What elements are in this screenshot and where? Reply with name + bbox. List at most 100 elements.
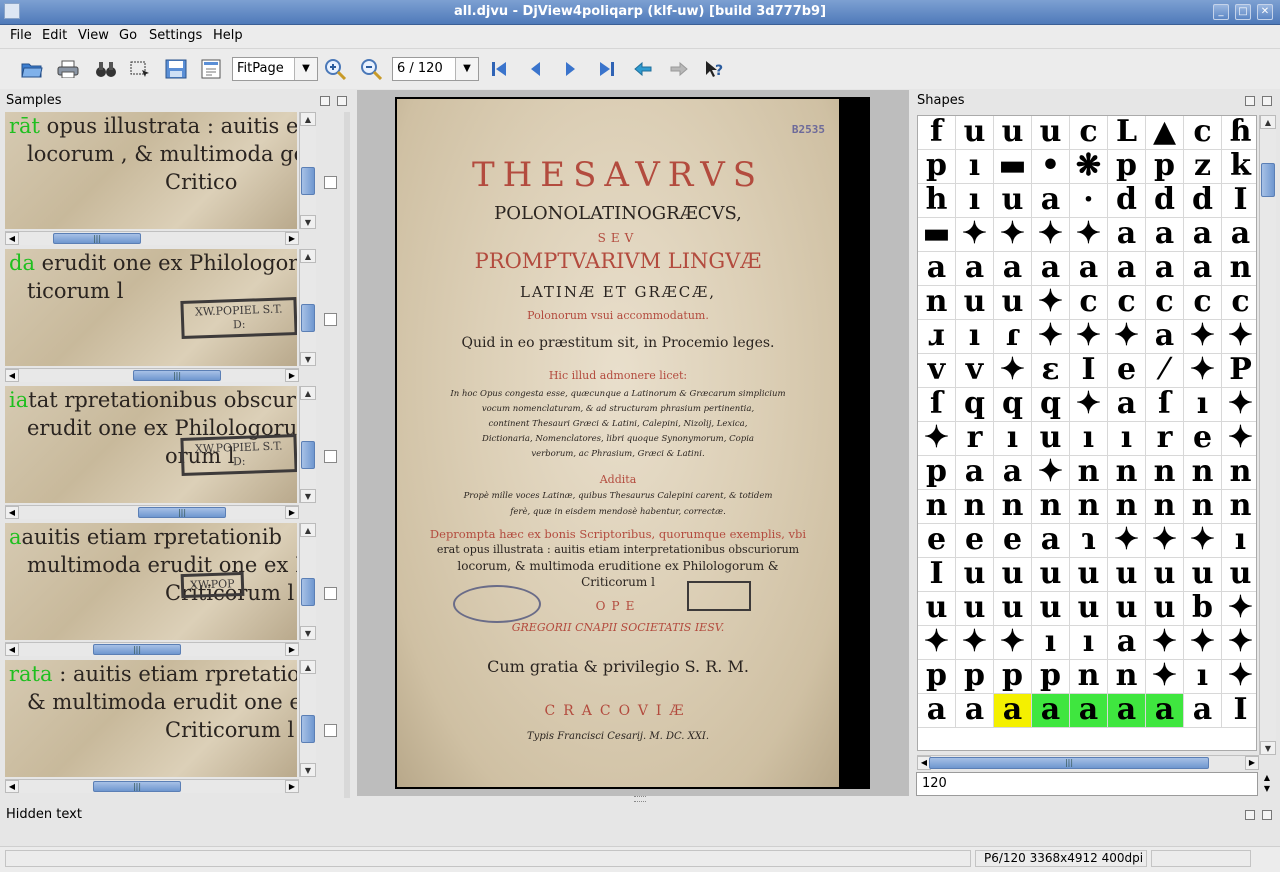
shape-cell[interactable]: ⁄: [1146, 354, 1184, 388]
scroll-right-icon[interactable]: ▶: [285, 643, 299, 656]
scroll-up-icon[interactable]: ▲: [300, 386, 316, 400]
scrollbar-thumb[interactable]: |||: [93, 644, 181, 655]
menu-help[interactable]: Help: [213, 28, 243, 43]
scroll-down-icon[interactable]: ▼: [300, 763, 316, 777]
sample-item[interactable]: aauitis etiam rpretationib multimoda eru…: [5, 523, 337, 656]
shape-cell[interactable]: •: [1032, 150, 1070, 184]
scroll-left-icon[interactable]: ◀: [5, 780, 19, 793]
shape-cell[interactable]: ɿ: [1070, 524, 1108, 558]
shape-cell[interactable]: a: [1108, 218, 1146, 252]
shape-cell[interactable]: n: [1108, 456, 1146, 490]
float-panel-icon[interactable]: [320, 96, 330, 106]
sample-horizontal-scrollbar[interactable]: ◀ ||| ▶: [5, 779, 299, 793]
shape-cell[interactable]: ✦: [1222, 592, 1256, 626]
shape-cell[interactable]: n: [1108, 660, 1146, 694]
shape-cell[interactable]: u: [1070, 558, 1108, 592]
shape-cell[interactable]: a: [918, 694, 956, 728]
shape-cell[interactable]: v: [918, 354, 956, 388]
shape-cell[interactable]: c: [1070, 116, 1108, 150]
shape-cell[interactable]: ✦: [1184, 354, 1222, 388]
open-folder-icon[interactable]: [20, 58, 44, 80]
shape-cell[interactable]: u: [956, 558, 994, 592]
scrollbar-thumb[interactable]: [301, 578, 315, 606]
shape-cell[interactable]: e: [1108, 354, 1146, 388]
shape-cell[interactable]: a: [1184, 694, 1222, 728]
shape-cell[interactable]: ▲: [1146, 116, 1184, 150]
shape-cell[interactable]: n: [1070, 490, 1108, 524]
spin-buttons[interactable]: ▲ ▼: [1260, 772, 1274, 796]
menu-go[interactable]: Go: [119, 28, 137, 43]
scroll-up-icon[interactable]: ▲: [300, 523, 316, 537]
shape-cell[interactable]: ✦: [1070, 218, 1108, 252]
shape-cell[interactable]: d: [1184, 184, 1222, 218]
shape-cell[interactable]: q: [956, 388, 994, 422]
shape-cell[interactable]: n: [918, 490, 956, 524]
float-panel-icon[interactable]: [1245, 96, 1255, 106]
last-page-icon[interactable]: [595, 58, 619, 80]
forward-icon[interactable]: [667, 58, 691, 80]
whats-this-help-icon[interactable]: ?: [702, 58, 726, 80]
shape-cell[interactable]: ▬: [918, 218, 956, 252]
shape-cell[interactable]: c: [1146, 286, 1184, 320]
shape-cell[interactable]: p: [918, 660, 956, 694]
shape-cell[interactable]: ✦: [1222, 626, 1256, 660]
page-select[interactable]: 6 / 120 ▼: [392, 57, 479, 81]
shape-cell[interactable]: ❋: [1070, 150, 1108, 184]
shape-cell[interactable]: u: [994, 286, 1032, 320]
shape-cell[interactable]: p: [1032, 660, 1070, 694]
minimize-button[interactable]: _: [1213, 4, 1229, 20]
sample-item[interactable]: iatat rpretationibus obscur erudit one e…: [5, 386, 337, 519]
previous-page-icon[interactable]: [523, 58, 547, 80]
shape-cell[interactable]: ı: [956, 150, 994, 184]
sample-checkbox[interactable]: [324, 450, 337, 463]
shape-cell[interactable]: ɹ: [918, 320, 956, 354]
shape-cell[interactable]: P: [1222, 354, 1256, 388]
shape-cell[interactable]: u: [1032, 116, 1070, 150]
splitter-handle[interactable]: [634, 796, 646, 802]
shape-cell[interactable]: a: [1032, 524, 1070, 558]
shape-cell[interactable]: f: [918, 116, 956, 150]
sample-checkbox[interactable]: [324, 587, 337, 600]
shape-cell[interactable]: u: [1146, 592, 1184, 626]
save-icon[interactable]: [164, 58, 188, 80]
sample-horizontal-scrollbar[interactable]: ◀ ||| ▶: [5, 368, 299, 382]
sample-checkbox[interactable]: [324, 313, 337, 326]
shape-cell[interactable]: a: [1146, 320, 1184, 354]
shape-cell[interactable]: p: [1108, 150, 1146, 184]
scroll-up-icon[interactable]: ▲: [300, 660, 316, 674]
shape-cell[interactable]: ɾ: [994, 320, 1032, 354]
shape-cell[interactable]: ı: [1108, 422, 1146, 456]
sample-vertical-scrollbar[interactable]: ▲ ▼: [299, 249, 316, 366]
shape-cell[interactable]: p: [956, 660, 994, 694]
shape-cell[interactable]: u: [1184, 558, 1222, 592]
shape-cell[interactable]: n: [918, 286, 956, 320]
shape-cell[interactable]: e: [956, 524, 994, 558]
shape-cell[interactable]: b: [1184, 592, 1222, 626]
shape-cell[interactable]: ſ: [1146, 388, 1184, 422]
shape-cell[interactable]: ✦: [1222, 388, 1256, 422]
shape-cell[interactable]: a: [994, 456, 1032, 490]
shape-cell[interactable]: ı: [1032, 626, 1070, 660]
shape-cell[interactable]: ✦: [956, 218, 994, 252]
shape-cell[interactable]: ε: [1032, 354, 1070, 388]
shape-cell[interactable]: ✦: [1032, 286, 1070, 320]
shape-cell[interactable]: h: [918, 184, 956, 218]
shape-cell[interactable]: u: [994, 116, 1032, 150]
sample-checkbox[interactable]: [324, 724, 337, 737]
shape-cell[interactable]: u: [994, 558, 1032, 592]
shape-cell[interactable]: e: [1184, 422, 1222, 456]
close-button[interactable]: ✕: [1257, 4, 1273, 20]
sample-horizontal-scrollbar[interactable]: ◀ ||| ▶: [5, 505, 299, 519]
scroll-right-icon[interactable]: ▶: [285, 780, 299, 793]
scroll-right-icon[interactable]: ▶: [285, 232, 299, 245]
shape-cell[interactable]: ✦: [1222, 660, 1256, 694]
close-panel-icon[interactable]: [1262, 96, 1272, 106]
shape-cell[interactable]: a: [994, 252, 1032, 286]
shape-cell[interactable]: u: [956, 592, 994, 626]
shape-cell[interactable]: ✦: [956, 626, 994, 660]
shape-cell[interactable]: e: [918, 524, 956, 558]
shape-cell[interactable]: p: [1146, 150, 1184, 184]
sample-vertical-scrollbar[interactable]: ▲ ▼: [299, 386, 316, 503]
shape-cell[interactable]: u: [918, 592, 956, 626]
shape-cell[interactable]: p: [994, 660, 1032, 694]
